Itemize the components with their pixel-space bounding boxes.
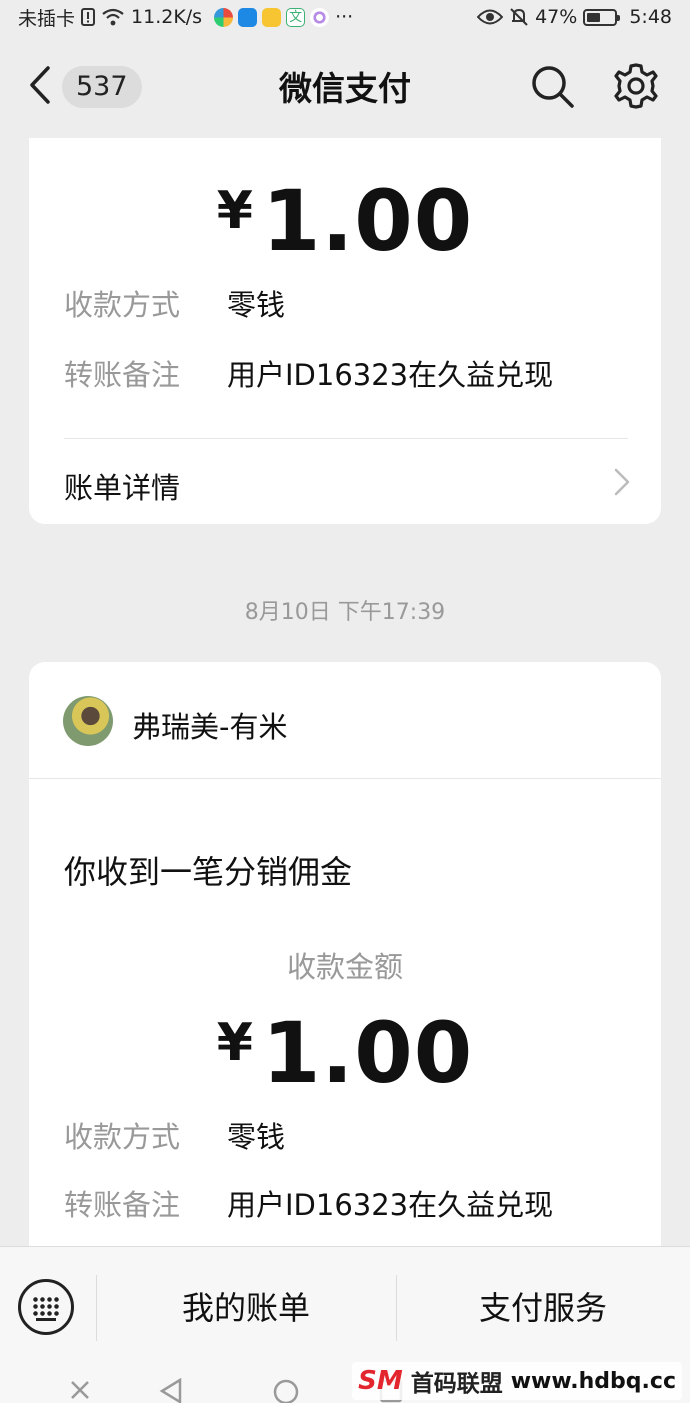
close-icon[interactable] xyxy=(68,1378,92,1402)
site-watermark: SM 首码联盟 www.hdbq.cc xyxy=(352,1362,682,1400)
keyboard-spacebar xyxy=(36,1318,56,1321)
keyboard-icon[interactable] xyxy=(18,1279,74,1335)
payment-method-row: 收款方式 零钱 xyxy=(64,282,285,324)
eye-icon xyxy=(477,9,504,25)
app-flower-icon xyxy=(310,7,330,27)
keyboard-keys xyxy=(32,1296,60,1318)
transfer-note-value: 用户ID16323在久益兑现 xyxy=(227,1188,554,1222)
payment-method-label: 收款方式 xyxy=(64,1120,181,1154)
payment-card[interactable]: 弗瑞美-有米 你收到一笔分销佣金 收款金额 ¥1.00 收款方式 零钱 转账备注… xyxy=(29,662,661,1282)
carrier-text: 未插卡 xyxy=(18,7,76,30)
clock-text: 5:48 xyxy=(629,6,672,28)
search-icon[interactable] xyxy=(528,62,576,110)
currency-symbol: ¥ xyxy=(216,181,254,241)
amount-text: ¥1.00 xyxy=(29,172,661,270)
battery-percent: 47% xyxy=(535,6,578,28)
amount-text: ¥1.00 xyxy=(29,1004,661,1102)
my-bills-menu[interactable]: 我的账单 xyxy=(96,1283,396,1329)
sim-alert-icon xyxy=(81,8,96,26)
currency-symbol: ¥ xyxy=(216,1013,254,1073)
battery-icon xyxy=(583,8,621,26)
amount-value: 1.00 xyxy=(261,1004,474,1102)
watermark-url: www.hdbq.cc xyxy=(510,1368,676,1394)
payment-method-value: 零钱 xyxy=(227,1120,286,1154)
mute-bell-icon xyxy=(510,8,528,26)
payment-method-label: 收款方式 xyxy=(64,288,181,322)
bill-details-label: 账单详情 xyxy=(64,471,181,505)
transfer-note-row: 转账备注 用户ID16323在久益兑现 xyxy=(64,1182,553,1224)
network-speed: 11.2K/s xyxy=(131,6,203,28)
payment-card: ¥1.00 收款方式 零钱 转账备注 用户ID16323在久益兑现 账单详情 xyxy=(29,112,661,524)
app-chat-icon xyxy=(262,7,282,27)
transfer-note-value: 用户ID16323在久益兑现 xyxy=(227,358,554,392)
wifi-icon xyxy=(102,8,124,26)
back-triangle-icon[interactable] xyxy=(158,1378,184,1403)
pay-services-menu[interactable]: 支付服务 xyxy=(396,1283,690,1329)
chevron-right-icon xyxy=(614,468,630,496)
divider xyxy=(29,778,661,779)
app-translate-icon: 文 xyxy=(286,7,306,27)
payment-method-value: 零钱 xyxy=(227,288,286,322)
chevron-left-icon[interactable] xyxy=(26,64,54,106)
unread-count-badge[interactable]: 537 xyxy=(62,66,142,108)
avatar[interactable] xyxy=(63,696,113,746)
watermark-name: 首码联盟 xyxy=(410,1370,503,1397)
app-pinwheel-icon xyxy=(214,7,234,27)
home-circle-icon[interactable] xyxy=(272,1378,300,1403)
header: 537 微信支付 xyxy=(0,34,690,138)
message-timestamp: 8月10日 下午17:39 xyxy=(244,600,446,625)
watermark-logo: SM xyxy=(358,1366,403,1396)
sender-name: 弗瑞美-有米 xyxy=(132,710,288,744)
notification-app-icons: 文 xyxy=(214,7,330,27)
status-more: ··· xyxy=(335,6,354,28)
gear-icon[interactable] xyxy=(610,60,662,112)
status-bar: 未插卡 11.2K/s 文 ··· 47% 5:48 xyxy=(0,0,690,34)
transfer-note-row: 转账备注 用户ID16323在久益兑现 xyxy=(64,352,553,394)
app-shield-icon xyxy=(238,7,258,27)
transfer-note-label: 转账备注 xyxy=(64,358,181,392)
sender-header[interactable]: 弗瑞美-有米 xyxy=(29,662,661,778)
payment-method-row: 收款方式 零钱 xyxy=(64,1114,285,1156)
amount-label: 收款金额 xyxy=(286,950,403,984)
message-title: 你收到一笔分销佣金 xyxy=(64,853,353,891)
transfer-note-label: 转账备注 xyxy=(64,1188,181,1222)
bill-details-link[interactable]: 账单详情 xyxy=(29,439,661,524)
amount-value: 1.00 xyxy=(261,172,474,270)
bottom-menu-bar: 我的账单 支付服务 xyxy=(0,1246,690,1370)
